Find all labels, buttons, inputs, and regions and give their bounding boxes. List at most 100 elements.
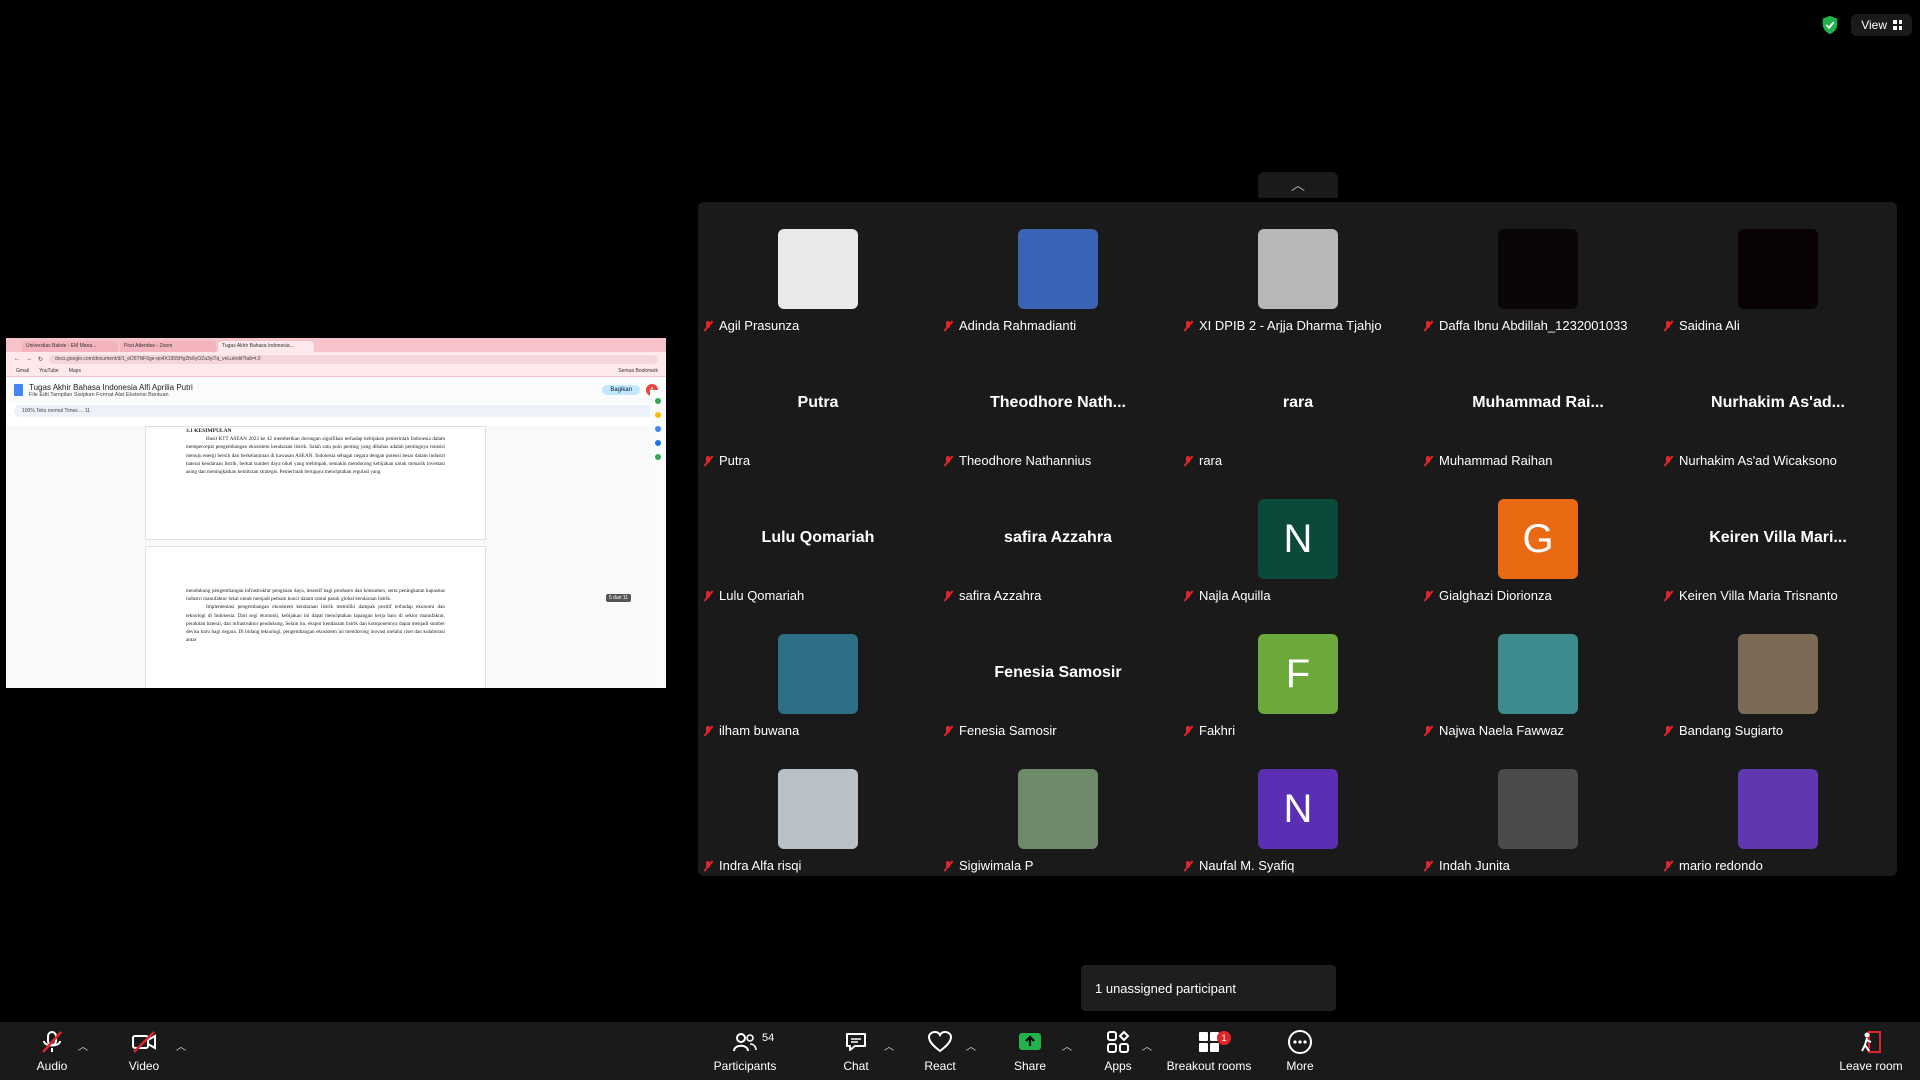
participant-tile[interactable]: safira Azzahra safira Azzahra: [938, 472, 1178, 607]
participant-tile[interactable]: Adinda Rahmadianti: [938, 202, 1178, 337]
participant-label: safira Azzahra: [942, 588, 1041, 603]
doc-canvas[interactable]: 3.1 KESIMPULAN Hasil KTT ASEAN 2023 ke 4…: [6, 426, 666, 688]
chat-button[interactable]: Chat: [834, 1022, 878, 1080]
mic-muted-icon: [942, 590, 954, 602]
participant-tile[interactable]: Sigiwimala P: [938, 742, 1178, 877]
participant-tile[interactable]: Nurhakim As'ad... Nurhakim As'ad Wicakson…: [1658, 337, 1898, 472]
bookmark[interactable]: Gmail: [16, 368, 29, 374]
video-button[interactable]: Video: [122, 1022, 166, 1080]
url-input[interactable]: docs.google.com/document/d/1_eD5TNF6ge-q…: [49, 354, 658, 364]
participant-display-name: Lulu Qomariah: [761, 529, 875, 546]
doc-menu[interactable]: File Edit Tampilan Sisipkan Format Alat …: [29, 392, 193, 398]
mic-muted-icon: [702, 725, 714, 737]
unassigned-notice[interactable]: 1 unassigned participant: [1081, 965, 1336, 1011]
participant-tile[interactable]: Saidina Ali: [1658, 202, 1898, 337]
back-icon[interactable]: ←: [14, 356, 20, 362]
react-button[interactable]: React: [918, 1022, 962, 1080]
participant-tile[interactable]: Fenesia Samosir Fenesia Samosir: [938, 607, 1178, 742]
participant-label: Najla Aquilla: [1182, 588, 1271, 603]
mic-muted-icon: [1422, 725, 1434, 737]
participant-tile[interactable]: Lulu Qomariah Lulu Qomariah: [698, 472, 938, 607]
docs-header: Tugas Akhir Bahasa Indonesia Alfi Aprili…: [6, 377, 666, 403]
participant-tile[interactable]: N Naufal M. Syafiq: [1178, 742, 1418, 877]
participant-tile[interactable]: Muhammad Rai... Muhammad Raihan: [1418, 337, 1658, 472]
apps-options-caret[interactable]: ︿: [1142, 1038, 1152, 1053]
chevron-up-icon[interactable]: ︿: [1258, 172, 1338, 198]
forward-icon[interactable]: →: [26, 356, 32, 362]
participant-tile[interactable]: ilham buwana: [698, 607, 938, 742]
participant-label: Keiren Villa Maria Trisnanto: [1662, 588, 1838, 603]
browser-tab[interactable]: Universitas Bakrie - EM Mana...: [22, 341, 118, 352]
video-options-caret[interactable]: ︿: [176, 1038, 186, 1053]
mic-muted-icon: [702, 860, 714, 872]
browser-tab-active[interactable]: Tugas Akhir Bahasa Indonesia...: [218, 341, 314, 352]
audio-button[interactable]: Audio: [30, 1022, 74, 1080]
participant-tile[interactable]: Indah Junita: [1418, 742, 1658, 877]
participant-display-name: Fenesia Samosir: [994, 664, 1122, 681]
participant-name: Nurhakim As'ad Wicaksono: [1679, 453, 1837, 468]
participant-tile[interactable]: Putra Putra: [698, 337, 938, 472]
breakout-rooms-button[interactable]: Breakout rooms: [1162, 1022, 1256, 1080]
mic-muted-icon: [942, 320, 954, 332]
doc-title[interactable]: Tugas Akhir Bahasa Indonesia Alfi Aprili…: [29, 383, 193, 392]
participant-tile[interactable]: Indra Alfa risqi: [698, 742, 938, 877]
docs-share-button[interactable]: Bagikan: [602, 385, 640, 395]
browser-tab[interactable]: Post Attendee - Zoom: [120, 341, 216, 352]
bookmark-all[interactable]: Semua Bookmark: [618, 368, 658, 374]
participant-tile[interactable]: G Gialghazi Diorionza: [1418, 472, 1658, 607]
breakout-label: Breakout rooms: [1166, 1059, 1252, 1073]
view-button[interactable]: View: [1851, 14, 1912, 36]
more-button[interactable]: More: [1278, 1022, 1322, 1080]
participant-tile[interactable]: Theodhore Nath... Theodhore Nathannius: [938, 337, 1178, 472]
participant-tile[interactable]: F Fakhri: [1178, 607, 1418, 742]
mic-muted-icon: [702, 590, 714, 602]
heart-icon: [927, 1030, 953, 1053]
audio-options-caret[interactable]: ︿: [78, 1038, 88, 1053]
browser-address-bar: ← → ↻ docs.google.com/document/d/1_eD5TN…: [6, 352, 666, 366]
bookmark[interactable]: Maps: [69, 368, 81, 374]
participant-initial-avatar: F: [1258, 634, 1338, 714]
participant-tile[interactable]: mario redondo: [1658, 742, 1898, 877]
leave-icon: [1861, 1031, 1881, 1053]
apps-button[interactable]: Apps: [1096, 1022, 1140, 1080]
participant-tile[interactable]: Najwa Naela Fawwaz: [1418, 607, 1658, 742]
participants-button[interactable]: Participants: [712, 1022, 778, 1080]
participant-name: Saidina Ali: [1679, 318, 1740, 333]
calendar-icon[interactable]: [655, 398, 661, 404]
tasks-icon[interactable]: [655, 426, 661, 432]
participant-tile[interactable]: Agil Prasunza: [698, 202, 938, 337]
participant-tile[interactable]: Keiren Villa Mari... Keiren Villa Maria T…: [1658, 472, 1898, 607]
shared-screen[interactable]: Universitas Bakrie - EM Mana... Post Att…: [6, 338, 666, 688]
keep-icon[interactable]: [655, 412, 661, 418]
maps-icon[interactable]: [655, 454, 661, 460]
participant-name: Keiren Villa Maria Trisnanto: [1679, 588, 1838, 603]
participant-photo: [1018, 229, 1098, 309]
bookmark[interactable]: YouTube: [39, 368, 59, 374]
contacts-icon[interactable]: [655, 440, 661, 446]
participant-name: Daffa Ibnu Abdillah_1232001033: [1439, 318, 1628, 333]
chat-options-caret[interactable]: ︿: [884, 1038, 894, 1053]
leave-room-button[interactable]: Leave room: [1836, 1022, 1906, 1080]
participant-name: Agil Prasunza: [719, 318, 800, 333]
share-options-caret[interactable]: ︿: [1062, 1038, 1072, 1053]
share-label: Share: [1013, 1059, 1047, 1073]
docs-icon: [14, 384, 23, 396]
participant-tile[interactable]: N Najla Aquilla: [1178, 472, 1418, 607]
participant-tile[interactable]: Daffa Ibnu Abdillah_1232001033: [1418, 202, 1658, 337]
reload-icon[interactable]: ↻: [38, 356, 43, 363]
video-label: Video: [128, 1059, 160, 1073]
participant-tile[interactable]: Bandang Sugiarto: [1658, 607, 1898, 742]
participant-name: Fakhri: [1199, 723, 1236, 738]
participant-label: Adinda Rahmadianti: [942, 318, 1076, 333]
participant-tile[interactable]: XI DPIB 2 - Arjja Dharma Tjahjo: [1178, 202, 1418, 337]
mic-muted-icon: [1182, 725, 1194, 737]
mic-muted-icon: [702, 455, 714, 467]
participant-name: Naufal M. Syafiq: [1199, 858, 1295, 873]
participant-tile[interactable]: rara rara: [1178, 337, 1418, 472]
participant-display-name: rara: [1282, 394, 1314, 411]
share-button[interactable]: Share: [1008, 1022, 1052, 1080]
docs-toolbar[interactable]: 100% Teks normal Times ... 11: [14, 405, 658, 417]
participant-label: Lulu Qomariah: [702, 588, 804, 603]
participant-name: Lulu Qomariah: [719, 588, 805, 603]
react-options-caret[interactable]: ︿: [966, 1038, 976, 1053]
